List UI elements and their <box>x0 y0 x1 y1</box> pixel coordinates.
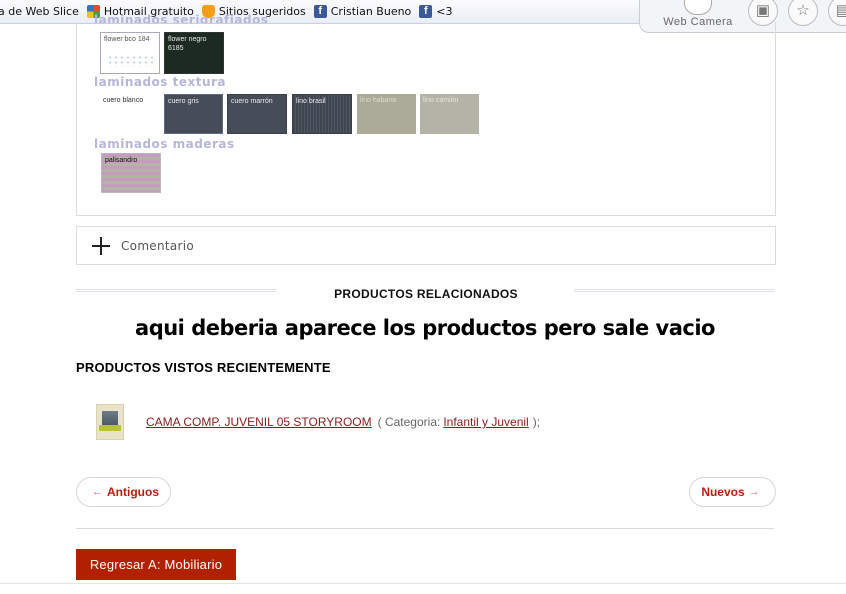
category-prefix: ( Categoria: <box>377 415 441 429</box>
star-icon: ☆ <box>796 2 810 19</box>
swatch-label: flower negro 6185 <box>168 36 207 52</box>
recent-product-link[interactable]: CAMA COMP. JUVENIL 05 STORYROOM <box>146 415 372 429</box>
contact-card-icon: ▣ <box>755 2 771 19</box>
swatch-label: cuero marrón <box>231 98 273 105</box>
swatch-label: lino habana <box>360 97 397 104</box>
swatch-palisandro: palisandro <box>101 153 161 193</box>
camera-icon <box>684 0 712 15</box>
section-divider <box>76 528 774 529</box>
swatch-label: cuero blanco <box>103 97 144 104</box>
swatch-pattern <box>107 55 157 67</box>
laminados-maderas-title: laminados maderas <box>94 137 235 151</box>
favorites-toolbar-button[interactable]: ☆ <box>788 0 818 26</box>
swatch-cuero-gris: cuero gris <box>164 94 223 134</box>
favorite-label: <3 <box>436 5 453 18</box>
product-thumbnail[interactable] <box>96 404 124 440</box>
swatch-label: palisandro <box>105 157 138 164</box>
swatch-label: flower bco 184 <box>104 36 150 43</box>
facebook-icon: f <box>419 5 433 18</box>
plus-icon <box>92 236 110 255</box>
laminados-serigrafiados-title: laminados serigrafiados <box>94 13 269 23</box>
laminados-textura-title: laminados textura <box>94 75 227 89</box>
prev-post-label: Antiguos <box>107 485 159 499</box>
swatch-lino-camion: lino camión <box>420 94 479 134</box>
swatch-lino-habana: lino habana <box>357 94 416 134</box>
facebook-icon: f <box>313 5 327 18</box>
swatch-label: lino brasil <box>296 98 326 105</box>
swatch-cuero-marron: cuero marrón <box>227 94 287 134</box>
comment-label: Comentario <box>121 238 195 253</box>
tools-icon: ▤ <box>835 2 846 19</box>
bottom-divider <box>0 583 846 584</box>
recently-viewed-title: PRODUCTOS VISTOS RECIENTEMENTE <box>76 360 331 375</box>
recent-category-link[interactable]: Infantil y Juvenil <box>443 415 528 429</box>
arrow-left-icon: ← <box>92 486 103 498</box>
next-post-button[interactable]: Nuevos → <box>689 477 776 507</box>
next-post-label: Nuevos <box>701 485 745 499</box>
swatch-lino-brasil: lino brasil <box>292 94 352 134</box>
comment-toggle[interactable]: Comentario <box>76 226 776 265</box>
product-description-panel: laminados serigrafiados flower bco 184 f… <box>76 13 776 216</box>
tools-toolbar-button[interactable]: ▤ <box>828 0 846 26</box>
favorite-heart[interactable]: f <3 <box>419 5 453 18</box>
favorite-web-slice[interactable]: a de Web Slice <box>0 5 79 18</box>
swatch-label: lino camión <box>423 97 459 104</box>
back-to-category-button[interactable]: Regresar A: Mobiliario <box>76 549 236 580</box>
recent-product-item: CAMA COMP. JUVENIL 05 STORYROOM ( Catego… <box>96 404 540 440</box>
favorite-cristian-bueno[interactable]: f Cristian Bueno <box>313 5 412 18</box>
swatch-flower-bco: flower bco 184 <box>100 32 160 74</box>
divider-right <box>574 289 774 292</box>
swatch-label: cuero gris <box>168 98 199 105</box>
prev-post-button[interactable]: ← Antiguos <box>76 477 171 507</box>
divider-left <box>76 289 276 292</box>
related-products-title: PRODUCTOS RELACIONADOS <box>334 287 518 301</box>
favorite-label: Cristian Bueno <box>330 5 412 18</box>
category-suffix: ); <box>532 415 541 429</box>
empty-related-annotation: aqui deberia aparece los productos pero … <box>135 316 715 340</box>
swatch-flower-negro: flower negro 6185 <box>164 32 224 74</box>
arrow-right-icon: → <box>748 486 760 498</box>
favorite-label: a de Web Slice <box>0 5 79 18</box>
swatch-cuero-blanco: cuero blanco <box>100 94 158 134</box>
